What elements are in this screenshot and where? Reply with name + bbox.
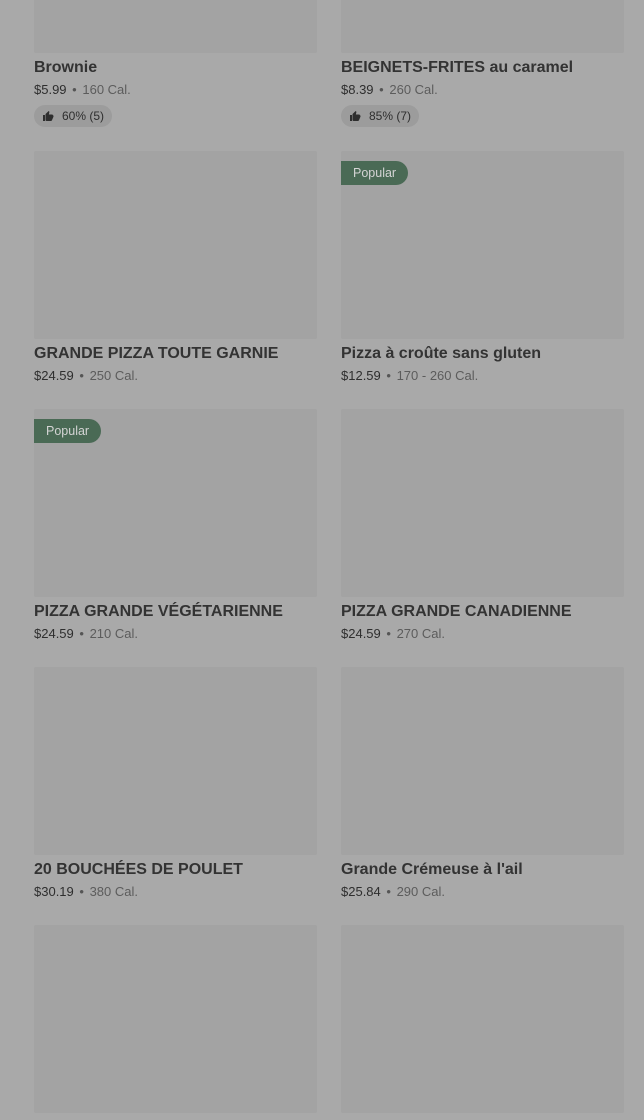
menu-item-image[interactable] — [34, 151, 317, 339]
rating-text: 85% (7) — [369, 109, 412, 123]
menu-item-calories: 210 Cal. — [89, 626, 138, 641]
menu-item-price: $5.99 — [34, 82, 67, 97]
rating-text: 60% (5) — [62, 109, 105, 123]
menu-item-title: Pizza à croûte sans gluten — [341, 345, 542, 362]
rating-pill: 60% (5) — [34, 105, 113, 127]
popular-badge: Popular — [341, 161, 409, 185]
meta-separator: • — [386, 626, 391, 641]
menu-item-calories: 250 Cal. — [89, 368, 138, 383]
menu-item-meta: $24.59 • 250 Cal. — [34, 367, 317, 385]
menu-item-card[interactable]: BEIGNETS-FRITES au caramel $8.39 • 260 C… — [341, 0, 624, 127]
menu-item-calories: 260 Cal. — [389, 82, 438, 97]
menu-item-meta: $24.59 • 270 Cal. — [341, 625, 624, 643]
menu-item-title: 20 BOUCHÉES DE POULET — [34, 861, 243, 878]
menu-item-image[interactable] — [341, 0, 624, 53]
menu-item-card[interactable]: PIZZA GRANDE CANADIENNE $24.59 • 270 Cal… — [341, 409, 624, 643]
menu-item-card[interactable] — [341, 925, 624, 1113]
menu-item-title: GRANDE PIZZA TOUTE GARNIE — [34, 345, 279, 362]
meta-separator: • — [79, 626, 84, 641]
menu-item-meta: $12.59 • 170 - 260 Cal. — [341, 367, 624, 385]
menu-item-image[interactable] — [34, 925, 317, 1113]
menu-item-calories: 160 Cal. — [82, 82, 131, 97]
menu-item-price: $8.39 — [341, 82, 374, 97]
menu-item-title: PIZZA GRANDE VÉGÉTARIENNE — [34, 603, 283, 620]
menu-item-title: Grande Crémeuse à l'ail — [341, 861, 523, 878]
menu-item-image[interactable]: Popular — [34, 409, 317, 597]
meta-separator: • — [72, 82, 77, 97]
menu-item-price: $25.84 — [341, 884, 381, 899]
menu-item-image[interactable] — [34, 667, 317, 855]
menu-item-image[interactable] — [341, 925, 624, 1113]
menu-item-meta: $25.84 • 290 Cal. — [341, 883, 624, 901]
menu-item-meta: $5.99 • 160 Cal. — [34, 81, 317, 99]
menu-item-card[interactable]: Brownie $5.99 • 160 Cal. 60% (5) — [34, 0, 317, 127]
menu-item-meta: $8.39 • 260 Cal. — [341, 81, 624, 99]
menu-item-price: $24.59 — [34, 368, 74, 383]
menu-item-image[interactable] — [341, 667, 624, 855]
menu-item-card[interactable]: 20 BOUCHÉES DE POULET $30.19 • 380 Cal. — [34, 667, 317, 901]
menu-item-calories: 170 - 260 Cal. — [396, 368, 479, 383]
menu-item-calories: 270 Cal. — [396, 626, 445, 641]
menu-grid: Brownie $5.99 • 160 Cal. 60% (5) BEIGNET… — [0, 0, 644, 1120]
menu-item-meta: $30.19 • 380 Cal. — [34, 883, 317, 901]
menu-item-card[interactable]: Popular Pizza à croûte sans gluten $12.5… — [341, 151, 624, 385]
menu-item-calories: 380 Cal. — [89, 884, 138, 899]
menu-item-price: $30.19 — [34, 884, 74, 899]
meta-separator: • — [79, 368, 84, 383]
menu-item-title: PIZZA GRANDE CANADIENNE — [341, 603, 572, 620]
menu-item-card[interactable]: Popular PIZZA GRANDE VÉGÉTARIENNE $24.59… — [34, 409, 317, 643]
menu-item-title: BEIGNETS-FRITES au caramel — [341, 59, 574, 76]
menu-item-title: Brownie — [34, 59, 98, 76]
menu-item-card[interactable]: Grande Crémeuse à l'ail $25.84 • 290 Cal… — [341, 667, 624, 901]
meta-separator: • — [379, 82, 384, 97]
meta-separator: • — [386, 368, 391, 383]
menu-item-card[interactable]: GRANDE PIZZA TOUTE GARNIE $24.59 • 250 C… — [34, 151, 317, 385]
menu-item-card[interactable] — [34, 925, 317, 1113]
popular-badge: Popular — [34, 419, 102, 443]
thumbs-up-icon — [350, 111, 361, 121]
menu-item-image[interactable] — [341, 409, 624, 597]
meta-separator: • — [386, 884, 391, 899]
menu-item-meta: $24.59 • 210 Cal. — [34, 625, 317, 643]
meta-separator: • — [79, 884, 84, 899]
menu-item-price: $12.59 — [341, 368, 381, 383]
menu-item-calories: 290 Cal. — [396, 884, 445, 899]
menu-item-price: $24.59 — [341, 626, 381, 641]
thumbs-up-icon — [43, 111, 54, 121]
menu-item-price: $24.59 — [34, 626, 74, 641]
menu-item-image[interactable] — [34, 0, 317, 53]
rating-pill: 85% (7) — [341, 105, 420, 127]
menu-item-image[interactable]: Popular — [341, 151, 624, 339]
